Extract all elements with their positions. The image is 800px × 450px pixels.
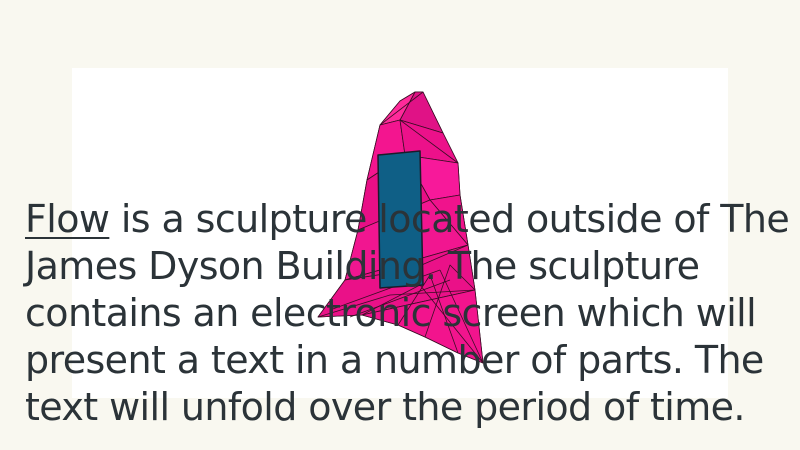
intro-body-text: is a sculpture located outside of The Ja… <box>25 197 790 429</box>
intro-paragraph: Flow is a sculpture located outside of T… <box>25 196 795 431</box>
flow-link[interactable]: Flow <box>25 197 110 241</box>
